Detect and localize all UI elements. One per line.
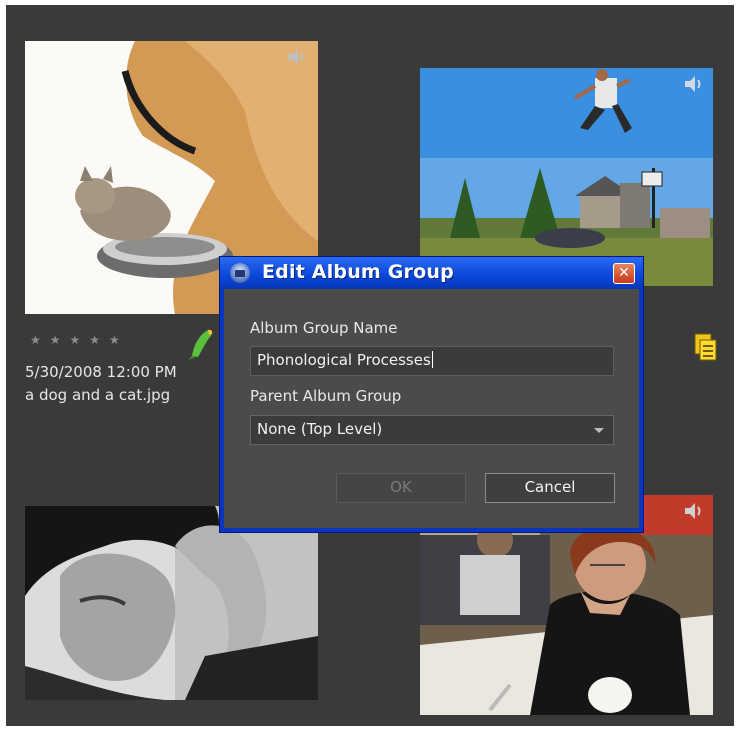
ok-button[interactable]: OK <box>336 473 466 503</box>
close-button[interactable]: ✕ <box>613 263 635 284</box>
parent-album-group-select[interactable]: None (Top Level) <box>250 415 614 445</box>
parent-album-group-label: Parent Album Group <box>250 387 402 405</box>
album-group-name-value: Phonological Processes <box>257 351 431 369</box>
cancel-button[interactable]: Cancel <box>485 473 615 503</box>
dialog-title: Edit Album Group <box>262 261 454 283</box>
dialog-body: Album Group Name Phonological Processes … <box>224 289 639 528</box>
photo-filename: a dog and a cat.jpg <box>25 386 171 404</box>
text-caret <box>431 351 433 368</box>
speaker-icon[interactable] <box>683 501 705 521</box>
speaker-icon[interactable] <box>683 74 705 94</box>
parent-album-group-value: None (Top Level) <box>257 420 383 438</box>
speaker-icon[interactable] <box>286 47 308 67</box>
edit-album-group-dialog: Edit Album Group ✕ Album Group Name Phon… <box>219 256 644 533</box>
photo-jumping-person[interactable] <box>420 68 713 286</box>
close-icon: ✕ <box>618 265 630 281</box>
rating-stars[interactable]: ★★★★★ <box>30 333 129 347</box>
album-group-name-input[interactable]: Phonological Processes <box>250 346 614 376</box>
album-group-name-label: Album Group Name <box>250 319 398 337</box>
photo-date: 5/30/2008 12:00 PM <box>25 363 177 381</box>
camera-icon <box>230 263 250 283</box>
dialog-titlebar[interactable]: Edit Album Group ✕ <box>220 257 643 289</box>
chevron-down-icon[interactable] <box>594 428 604 433</box>
parrot-icon[interactable] <box>186 326 214 360</box>
photo-man-holding-head[interactable] <box>25 506 318 700</box>
clip-icon[interactable] <box>688 329 722 363</box>
